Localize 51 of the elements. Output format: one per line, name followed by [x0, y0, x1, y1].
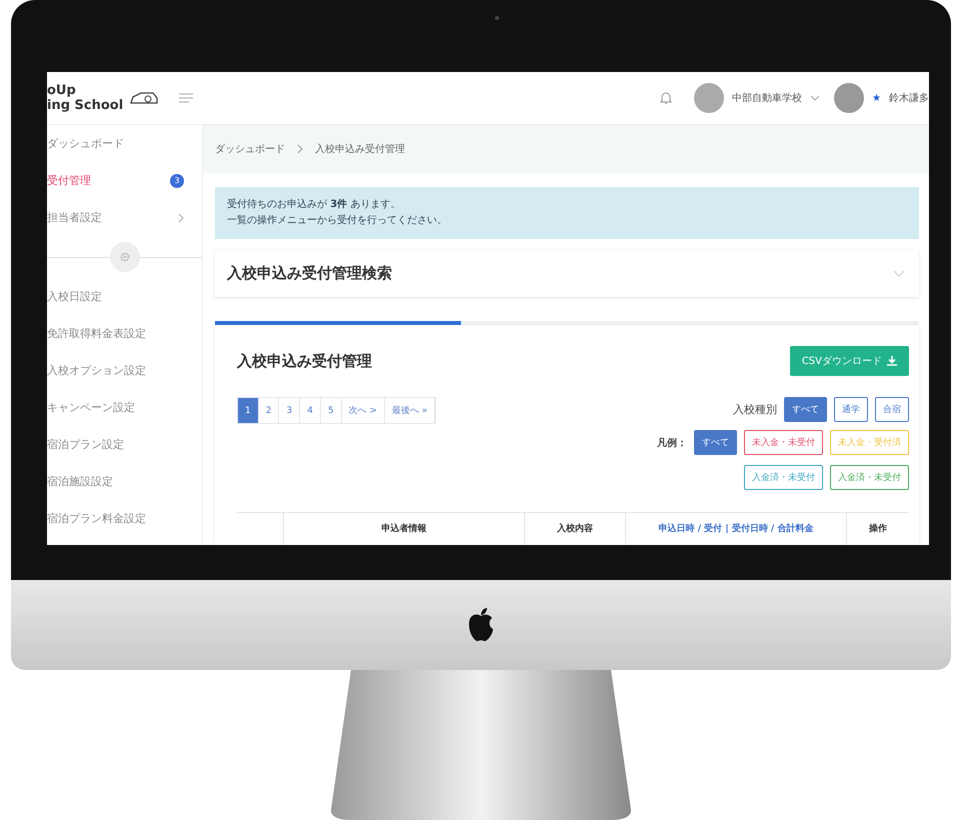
camera-icon — [495, 16, 499, 20]
bell-icon[interactable] — [660, 91, 672, 105]
alert-text: 受付待ちのお申込みが 3件 あります。 — [227, 198, 402, 212]
sidebar-item[interactable]: 担当者設定 — [47, 199, 202, 236]
alert-text: 一覧の操作メニューから受付を行ってください。 — [227, 214, 448, 228]
sidebar-item[interactable]: 入校日設定 — [47, 278, 202, 315]
breadcrumb-item: 入校申込み受付管理 — [315, 142, 405, 156]
star-icon: ★ — [872, 92, 881, 104]
sidebar-item[interactable]: ダッシュボード — [47, 125, 202, 162]
sidebar-item[interactable]: 宿泊施設設定 — [47, 463, 202, 500]
filter-button[interactable]: 合宿 — [875, 397, 909, 422]
apple-logo-icon — [466, 607, 496, 643]
chevron-right-icon — [178, 212, 184, 222]
legend-button[interactable]: すべて — [694, 430, 737, 455]
csv-download-button[interactable]: CSVダウンロード — [790, 346, 909, 376]
filter-button[interactable]: すべて — [784, 397, 827, 422]
user-avatar — [834, 83, 864, 113]
filter-label: 入校種別 — [733, 402, 777, 417]
breadcrumb-separator-icon — [297, 144, 303, 154]
search-panel[interactable]: 入校申込み受付管理検索 — [215, 249, 919, 297]
sidebar-item[interactable]: 免許取得料金表設定 — [47, 315, 202, 352]
panel-title: 入校申込み受付管理検索 — [227, 264, 392, 282]
page-button[interactable]: 1 — [238, 398, 259, 423]
chevron-down-icon — [810, 95, 820, 101]
column-header: 操作 — [868, 522, 888, 536]
user-name[interactable]: 鈴木謙多 — [889, 91, 929, 105]
count-badge: 3 — [170, 174, 184, 188]
gear-icon — [118, 251, 130, 263]
sidebar-item[interactable]: キャンペーン設定 — [47, 389, 202, 426]
sidebar-item[interactable]: 受付管理 3 — [47, 162, 202, 199]
menu-icon[interactable] — [179, 93, 194, 103]
column-header: 入校内容 — [525, 513, 626, 545]
sidebar-item[interactable]: 入校オプション設定 — [47, 352, 202, 389]
legend-button[interactable]: 入金済・未受付 — [830, 465, 909, 490]
logo-text: ing School — [47, 98, 124, 113]
chevron-down-icon — [893, 270, 905, 276]
school-name[interactable]: 中部自動車学校 — [732, 91, 802, 105]
column-header: 申込者情報 — [284, 513, 525, 545]
car-icon — [129, 90, 160, 106]
column-header[interactable]: 申込日時 / 受付 | 受付日時 / 合計料金 — [626, 513, 847, 545]
legend-button[interactable]: 未入金・未受付 — [744, 430, 823, 455]
sidebar-item[interactable]: 宿泊プラン設定 — [47, 426, 202, 463]
legend-label: 凡例： — [657, 436, 687, 450]
filter-button[interactable]: 通学 — [834, 397, 868, 422]
sidebar-item[interactable]: 宿泊プラン料金設定 — [47, 500, 202, 537]
panel-title: 入校申込み受付管理 — [237, 352, 372, 370]
legend-button[interactable]: 入金済・未受付 — [744, 465, 823, 490]
breadcrumb-item[interactable]: ダッシュボード — [215, 142, 285, 156]
logo-text: oUp — [47, 83, 77, 98]
download-icon — [887, 356, 897, 366]
building-avatar — [694, 83, 724, 113]
